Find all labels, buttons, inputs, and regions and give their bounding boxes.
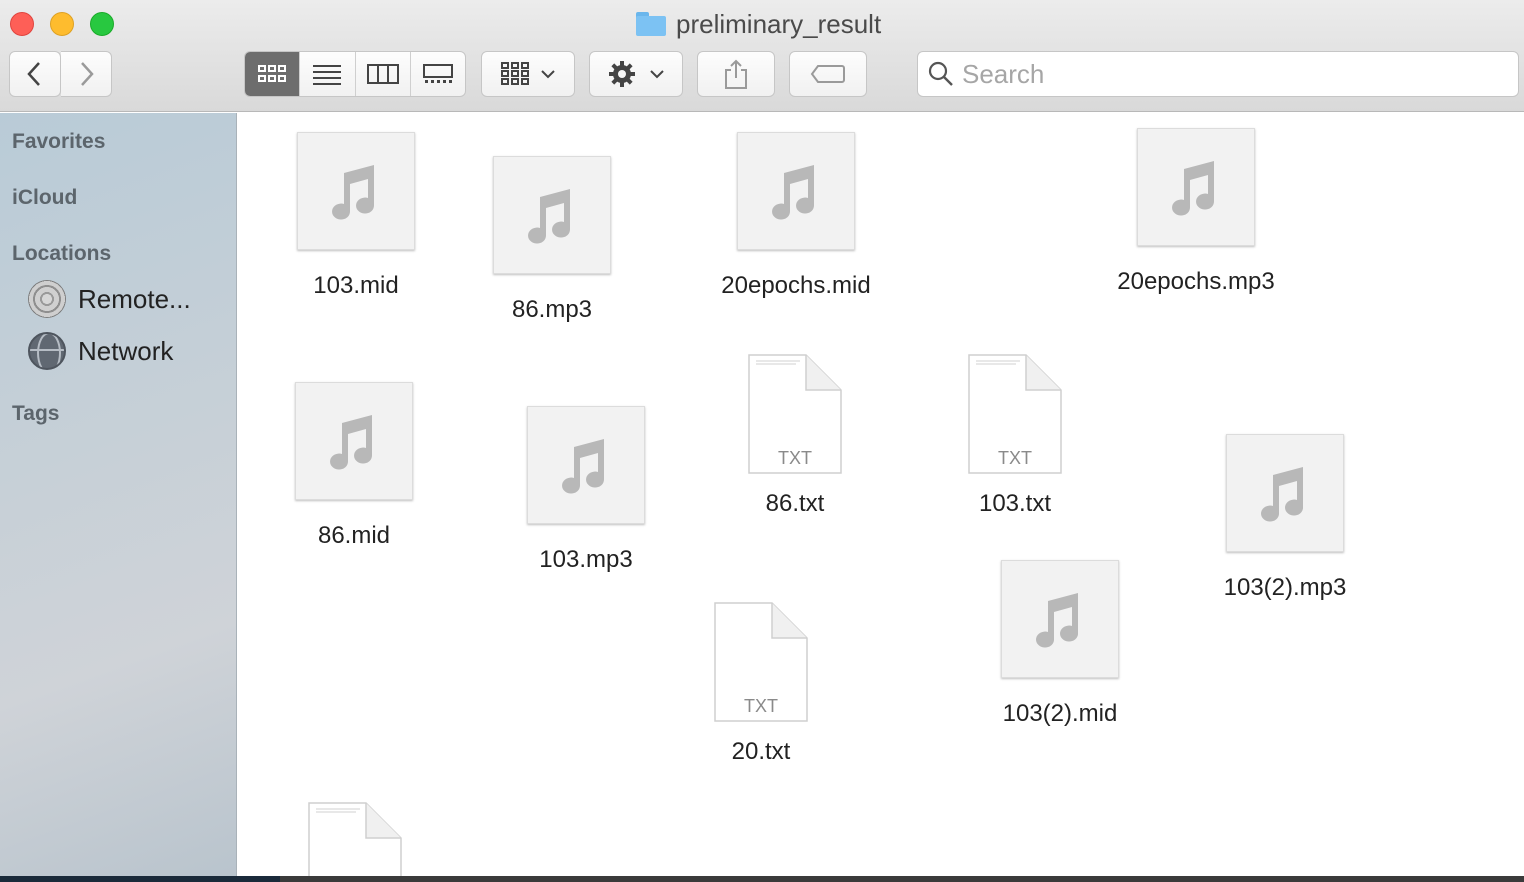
sidebar: Favorites iCloud Locations Remote... Net… bbox=[0, 113, 237, 876]
window-title: preliminary_result bbox=[636, 8, 881, 40]
file-item[interactable] bbox=[265, 802, 445, 876]
sidebar-item-label: Network bbox=[78, 335, 174, 366]
file-name: 103.txt bbox=[978, 490, 1052, 517]
file-type-badge: TXT bbox=[744, 696, 778, 716]
audio-file-thumbnail bbox=[1137, 128, 1255, 246]
gallery-icon bbox=[422, 64, 453, 83]
music-note-icon bbox=[332, 165, 375, 220]
file-name: 20epochs.mid bbox=[721, 272, 871, 299]
file-item[interactable]: 103.mp3 bbox=[496, 406, 676, 574]
sidebar-item-network[interactable]: Network bbox=[28, 331, 173, 371]
sidebar-section-favorites[interactable]: Favorites bbox=[12, 130, 105, 154]
music-note-icon bbox=[330, 415, 373, 470]
music-note-icon bbox=[1261, 467, 1304, 522]
document-icon bbox=[308, 802, 402, 876]
music-note-icon bbox=[1172, 161, 1215, 216]
grid-icon bbox=[258, 65, 287, 82]
view-mode-selector bbox=[244, 51, 466, 97]
audio-file-thumbnail bbox=[297, 132, 415, 250]
text-file-thumbnail: TXT bbox=[748, 354, 842, 474]
search-icon bbox=[928, 61, 953, 86]
sidebar-section-icloud[interactable]: iCloud bbox=[12, 186, 77, 210]
share-button[interactable] bbox=[697, 51, 775, 97]
file-item[interactable]: 103.mid bbox=[266, 132, 446, 300]
music-note-icon bbox=[1036, 593, 1079, 648]
audio-file-thumbnail bbox=[527, 406, 645, 524]
share-icon bbox=[725, 59, 747, 89]
sidebar-section-locations[interactable]: Locations bbox=[12, 242, 111, 266]
file-item[interactable]: 86.mid bbox=[264, 382, 444, 550]
document-icon: TXT bbox=[968, 354, 1062, 474]
file-name: 86.txt bbox=[765, 490, 825, 517]
chevron-down-icon bbox=[650, 70, 664, 79]
audio-file-thumbnail bbox=[737, 132, 855, 250]
file-name: 20epochs.mp3 bbox=[1117, 268, 1275, 295]
file-item[interactable]: 103(2).mp3 bbox=[1195, 434, 1375, 602]
music-note-icon bbox=[528, 189, 571, 244]
search-field[interactable] bbox=[917, 51, 1519, 97]
chevron-left-icon bbox=[27, 62, 40, 86]
search-input[interactable] bbox=[962, 58, 1502, 90]
gallery-view-button[interactable] bbox=[411, 52, 465, 96]
file-icon-view: 103.mid 86.mp3 20epochs.mid 20epochs.mp3 bbox=[238, 113, 1524, 876]
group-by-button[interactable] bbox=[481, 51, 575, 97]
grid-icon bbox=[501, 62, 529, 85]
forward-button[interactable] bbox=[61, 51, 112, 97]
file-name: 20.txt bbox=[731, 738, 791, 765]
file-type-badge: TXT bbox=[778, 448, 812, 468]
window-title-text: preliminary_result bbox=[676, 8, 882, 39]
audio-file-thumbnail bbox=[493, 156, 611, 274]
desktop-strip bbox=[0, 876, 1524, 882]
file-item[interactable]: 20epochs.mid bbox=[691, 132, 901, 300]
list-view-button[interactable] bbox=[300, 52, 356, 96]
column-view-button[interactable] bbox=[356, 52, 411, 96]
sidebar-item-label: Remote... bbox=[78, 283, 191, 314]
file-item[interactable]: 103(2).mid bbox=[970, 560, 1150, 728]
action-button[interactable] bbox=[589, 51, 683, 97]
file-name: 103(2).mid bbox=[1002, 700, 1118, 727]
file-item[interactable]: TXT 20.txt bbox=[671, 602, 851, 766]
back-button[interactable] bbox=[9, 51, 61, 97]
list-icon bbox=[313, 65, 342, 85]
file-name: 86.mid bbox=[317, 522, 391, 549]
text-file-thumbnail: TXT bbox=[714, 602, 808, 722]
sidebar-section-tags[interactable]: Tags bbox=[12, 402, 59, 426]
close-button[interactable] bbox=[10, 12, 34, 36]
file-item[interactable]: 20epochs.mp3 bbox=[1091, 128, 1301, 296]
titlebar: preliminary_result bbox=[0, 0, 1524, 112]
chevron-down-icon bbox=[541, 70, 555, 79]
text-file-thumbnail: TXT bbox=[968, 354, 1062, 474]
zoom-button[interactable] bbox=[90, 12, 114, 36]
document-icon: TXT bbox=[748, 354, 842, 474]
file-name: 103.mp3 bbox=[539, 546, 633, 573]
minimize-button[interactable] bbox=[50, 12, 74, 36]
globe-icon bbox=[28, 332, 66, 370]
music-note-icon bbox=[562, 439, 605, 494]
file-item[interactable]: TXT 103.txt bbox=[925, 354, 1105, 518]
finder-window: preliminary_result Search Favorites iClo… bbox=[0, 0, 1524, 876]
file-item[interactable]: TXT 86.txt bbox=[705, 354, 885, 518]
file-name: 103(2).mp3 bbox=[1223, 574, 1347, 601]
text-file-thumbnail bbox=[308, 802, 402, 876]
chevron-right-icon bbox=[81, 62, 94, 86]
tag-button[interactable] bbox=[789, 51, 867, 97]
file-name: 103.mid bbox=[313, 272, 399, 299]
folder-icon bbox=[636, 12, 666, 36]
audio-file-thumbnail bbox=[1226, 434, 1344, 552]
gear-icon bbox=[609, 61, 635, 87]
disk-icon bbox=[28, 280, 66, 318]
audio-file-thumbnail bbox=[1001, 560, 1119, 678]
document-icon: TXT bbox=[714, 602, 808, 722]
music-note-icon bbox=[772, 165, 815, 220]
columns-icon bbox=[366, 64, 399, 84]
sidebar-item-remote[interactable]: Remote... bbox=[28, 279, 191, 319]
file-item[interactable]: 86.mp3 bbox=[462, 156, 642, 324]
tag-icon bbox=[810, 65, 845, 83]
file-name: 86.mp3 bbox=[511, 296, 593, 323]
audio-file-thumbnail bbox=[295, 382, 413, 500]
file-type-badge: TXT bbox=[998, 448, 1032, 468]
icon-view-button[interactable] bbox=[245, 52, 301, 96]
